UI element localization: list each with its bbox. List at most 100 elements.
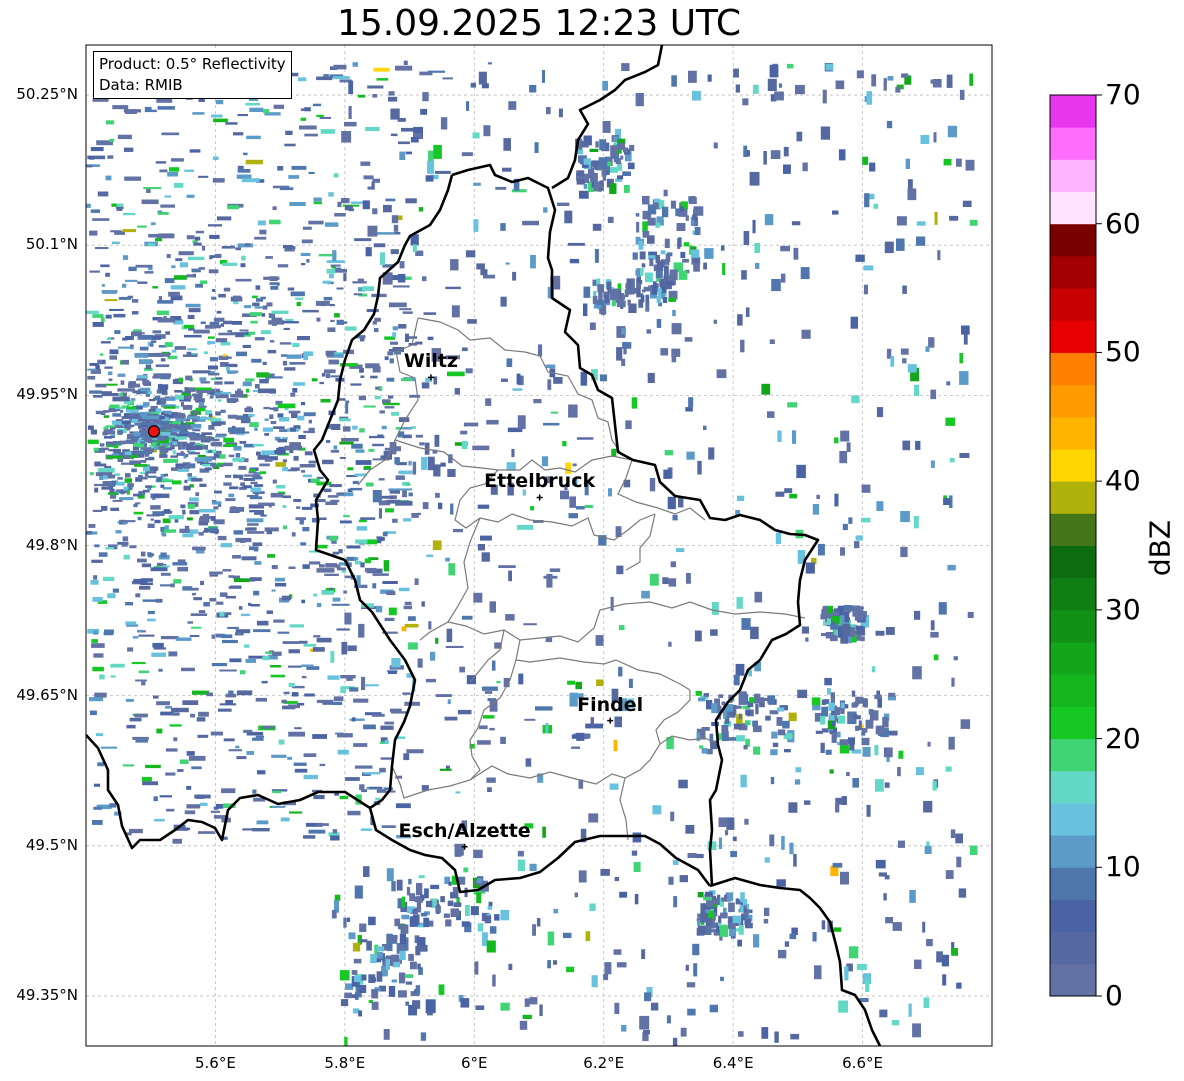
radar-echo <box>302 527 310 532</box>
radar-echo <box>259 471 266 475</box>
radar-echo <box>164 342 173 347</box>
radar-echo <box>481 552 490 562</box>
radar-echo <box>112 413 122 417</box>
radar-echo <box>90 429 97 435</box>
radar-echo <box>92 597 103 602</box>
radar-echo <box>395 65 413 71</box>
radar-echo <box>425 678 436 683</box>
radar-echo <box>776 707 785 712</box>
radar-echo <box>950 829 956 838</box>
radar-echo <box>165 706 172 709</box>
radar-echo <box>282 321 299 324</box>
radar-echo <box>337 733 353 738</box>
radar-echo <box>835 802 840 813</box>
radar-echo <box>533 399 542 404</box>
radar-echo <box>583 303 588 317</box>
canton-boundaries <box>357 317 806 841</box>
radar-echo <box>368 448 375 452</box>
radar-echo <box>382 581 398 584</box>
radar-echo <box>687 853 697 858</box>
radar-echo <box>430 651 436 661</box>
radar-echo <box>331 909 337 919</box>
radar-echo <box>539 1004 543 1017</box>
radar-echo <box>671 75 677 87</box>
radar-echo <box>323 488 332 493</box>
radar-echo <box>216 310 222 314</box>
radar-echo <box>312 734 327 739</box>
radar-echo <box>825 63 834 71</box>
radar-echo <box>160 204 175 208</box>
radar-echo <box>297 77 307 82</box>
radar-echo <box>851 702 858 708</box>
radar-echo <box>947 125 957 138</box>
radar-echo <box>352 425 358 430</box>
radar-echo <box>694 226 701 236</box>
radar-echo <box>410 961 417 970</box>
radar-echo <box>392 332 397 338</box>
radar-echo <box>274 577 285 582</box>
radar-echo <box>230 245 236 249</box>
radar-echo <box>161 132 180 136</box>
radar-echo <box>332 250 337 262</box>
radar-echo <box>306 259 310 263</box>
radar-echo <box>110 675 116 678</box>
radar-echo <box>209 574 219 577</box>
radar-echo <box>267 554 275 558</box>
radar-echo <box>742 899 748 906</box>
radar-echo <box>628 678 633 688</box>
radar-echo <box>812 504 819 515</box>
radar-echo <box>292 343 300 348</box>
radar-echo <box>112 499 123 502</box>
radar-echo <box>312 103 322 107</box>
radar-echo <box>791 221 801 226</box>
radar-echo <box>336 628 350 631</box>
radar-echo <box>701 748 708 754</box>
radar-echo <box>89 270 100 273</box>
radar-echo <box>229 658 242 663</box>
radar-echo <box>231 506 237 511</box>
radar-echo <box>170 455 179 458</box>
radar-echo <box>590 717 594 728</box>
radar-echo <box>749 697 755 703</box>
radar-echo <box>211 296 217 300</box>
radar-echo <box>160 399 167 404</box>
radar-echo <box>198 711 209 717</box>
radar-echo <box>656 260 664 271</box>
radar-echo <box>502 167 512 172</box>
colorbar-segment <box>1050 835 1096 868</box>
radar-echo <box>840 547 845 556</box>
radar-echo <box>390 341 398 345</box>
radar-echo <box>568 513 578 519</box>
radar-echo <box>673 896 678 908</box>
radar-echo <box>176 434 188 437</box>
radar-echo <box>119 392 123 397</box>
radar-echo <box>151 652 167 657</box>
radar-echo <box>472 445 490 451</box>
radar-echo <box>460 998 470 1008</box>
radar-echo <box>589 322 596 330</box>
radar-echo <box>425 175 434 182</box>
radar-echo <box>215 99 224 105</box>
radar-echo <box>288 682 295 687</box>
radar-echo <box>621 295 626 300</box>
radar-echo <box>255 697 267 702</box>
radar-echo <box>680 251 686 259</box>
radar-echo <box>625 420 632 430</box>
radar-echo <box>932 79 942 88</box>
radar-echo <box>775 491 785 497</box>
radar-echo <box>132 446 139 451</box>
radar-echo <box>245 378 255 382</box>
radar-echo <box>128 266 137 272</box>
radar-echo <box>209 598 217 602</box>
radar-echo <box>763 907 770 917</box>
radar-echo <box>668 641 672 647</box>
radar-echo <box>547 960 551 969</box>
radar-echo <box>235 629 251 634</box>
radar-echo <box>143 187 162 190</box>
radar-echo <box>489 727 495 731</box>
radar-echo <box>936 951 943 963</box>
radar-echo <box>179 528 191 533</box>
radar-echo <box>354 975 362 983</box>
radar-echo <box>707 74 712 82</box>
radar-echo <box>254 384 260 389</box>
